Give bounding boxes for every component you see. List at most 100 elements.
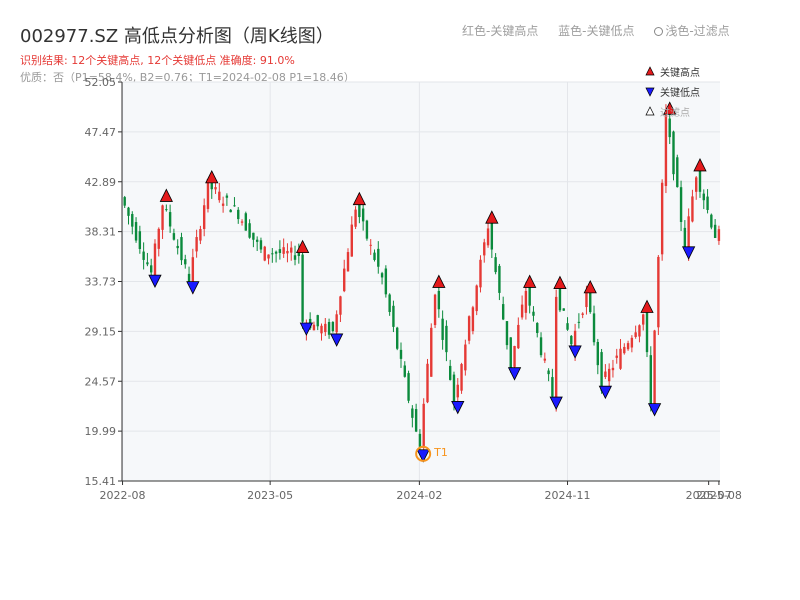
candle-body	[327, 322, 331, 335]
candle-body	[380, 273, 384, 278]
candle-body	[634, 332, 637, 337]
candle-body	[558, 287, 562, 311]
candle-body	[274, 251, 278, 254]
candle-body	[702, 193, 705, 201]
candle-body	[649, 355, 652, 407]
candle-body	[475, 285, 478, 312]
candle-body	[157, 228, 160, 249]
candle-body	[441, 318, 444, 340]
candle-body	[324, 323, 327, 333]
candle-body	[282, 247, 285, 254]
candle-body	[263, 246, 266, 261]
candle-body	[596, 341, 600, 366]
y-tick-label: 24.57	[85, 375, 117, 388]
candle-body	[138, 231, 142, 249]
candle-body	[267, 254, 270, 259]
candle-body	[168, 212, 172, 227]
candle-body	[577, 321, 581, 323]
candle-body	[335, 314, 338, 333]
candle-body	[592, 313, 596, 343]
candle-body	[467, 316, 471, 341]
candle-body	[638, 325, 641, 337]
candle-body	[426, 363, 429, 403]
candlestick-chart: T1 15.41 19.99 24.57 29.15 33.73 38.31 42.89 47…	[85, 66, 742, 502]
candle-body	[524, 290, 528, 313]
candle-body	[695, 177, 698, 192]
x-tick-label: 2025-08	[696, 489, 742, 502]
candle-body	[233, 205, 236, 207]
candle-body	[346, 252, 350, 272]
candle-body	[396, 327, 399, 349]
candle-body	[460, 364, 463, 391]
candle-body	[244, 213, 248, 231]
candle-body	[369, 244, 372, 246]
candle-body	[422, 403, 425, 448]
candle-body	[418, 433, 422, 447]
candle-body	[691, 196, 694, 222]
y-tick-label: 15.41	[85, 475, 117, 488]
candle-body	[229, 209, 232, 213]
y-tick-label: 29.15	[85, 325, 117, 338]
candle-body	[180, 237, 183, 261]
candle-body	[668, 118, 671, 138]
candle-body	[645, 307, 649, 353]
candle-body	[505, 321, 509, 346]
candle-body	[653, 330, 656, 408]
candle-body	[343, 268, 346, 292]
candle-body	[713, 224, 717, 238]
candle-body	[399, 349, 403, 359]
candle-body	[240, 221, 244, 223]
x-tick-label: 2022-08	[100, 489, 146, 502]
candle-body	[626, 343, 630, 350]
candle-body	[221, 203, 225, 206]
y-tick-label: 42.89	[85, 176, 117, 189]
candle-body	[623, 346, 626, 354]
candle-body	[706, 196, 709, 210]
candle-body	[214, 187, 217, 190]
candle-body	[407, 373, 410, 401]
candle-body	[354, 209, 357, 227]
candle-body	[195, 237, 198, 252]
candle-body	[551, 377, 554, 397]
candle-body	[448, 365, 452, 380]
legend-label: 关键高点	[660, 66, 700, 79]
candle-body	[165, 209, 168, 211]
candle-body	[471, 307, 475, 332]
candle-body	[237, 209, 240, 220]
candle-body	[536, 323, 539, 334]
y-tick-label: 38.31	[85, 226, 117, 239]
candle-body	[278, 249, 282, 253]
candle-body	[411, 408, 414, 418]
candle-body	[672, 131, 675, 175]
candle-body	[127, 207, 130, 216]
candle-body	[717, 229, 721, 241]
candle-body	[339, 296, 342, 315]
candle-body	[377, 248, 380, 267]
candle-body	[554, 296, 558, 404]
y-tick-label: 52.05	[85, 76, 117, 89]
candle-body	[199, 229, 202, 241]
candle-body	[611, 367, 615, 371]
candle-body	[581, 313, 584, 315]
candle-body	[509, 337, 512, 369]
candle-body	[433, 294, 437, 326]
candle-body	[657, 256, 660, 328]
candle-body	[248, 223, 251, 238]
candle-body	[172, 233, 176, 240]
candle-body	[301, 254, 304, 322]
candle-body	[619, 348, 622, 369]
candle-body	[600, 352, 603, 391]
candle-body	[547, 370, 550, 375]
t1-label: T1	[433, 446, 448, 459]
candle-body	[479, 259, 482, 288]
candle-body	[271, 253, 274, 255]
legend-marker-high	[645, 66, 655, 76]
candle-body	[452, 374, 456, 402]
candle-body	[161, 205, 164, 230]
candle-body	[562, 308, 565, 311]
candle-body	[206, 178, 210, 209]
candle-body	[259, 240, 263, 250]
candle-body	[320, 325, 323, 334]
y-tick-label: 19.99	[85, 425, 117, 438]
candle-body	[146, 262, 149, 265]
